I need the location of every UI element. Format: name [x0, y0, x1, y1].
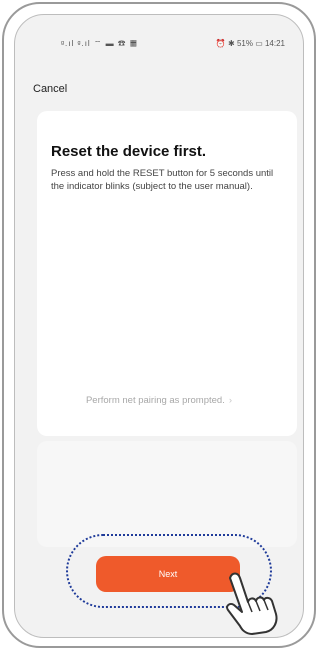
- next-button[interactable]: Next: [96, 556, 240, 592]
- status-icons-left: ᵍ.ıl ᵍ.ıl ⌔ ▬ ☎ ▦: [61, 39, 139, 48]
- status-icons-right: ⏰ ✱ 51% ▭ 14:21: [215, 39, 285, 48]
- status-bar: ᵍ.ıl ᵍ.ıl ⌔ ▬ ☎ ▦ ⏰ ✱ 51% ▭ 14:21: [15, 15, 303, 67]
- net-pairing-link[interactable]: Perform net pairing as prompted. ›: [15, 395, 303, 406]
- cancel-button[interactable]: Cancel: [33, 83, 67, 95]
- lower-card: [37, 441, 297, 547]
- instruction-text: Press and hold the RESET button for 5 se…: [51, 168, 274, 192]
- instruction-card: Reset the device first. Press and hold t…: [37, 111, 297, 436]
- net-pairing-label: Perform net pairing as prompted.: [85, 395, 225, 406]
- hand-pointer-icon: [226, 572, 278, 635]
- chevron-right-icon: ›: [228, 395, 233, 406]
- page-title: Reset the device first.: [51, 143, 207, 160]
